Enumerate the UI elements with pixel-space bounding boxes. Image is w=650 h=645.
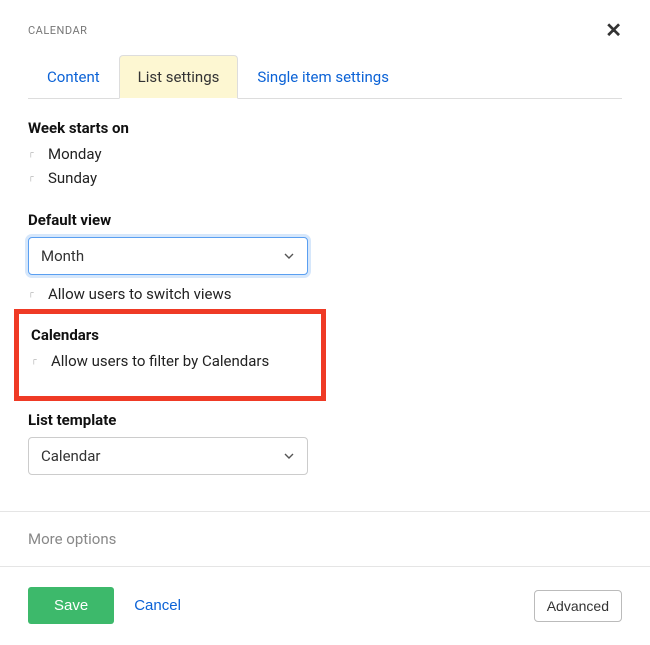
checkbox-icon: ┌ [28,289,38,299]
chevron-down-icon [283,250,295,262]
checkbox-label: Allow users to filter by Calendars [51,352,269,370]
radio-icon: ┌ [28,149,38,159]
chevron-down-icon [283,450,295,462]
default-view-label: Default view [28,211,622,229]
close-icon[interactable]: ✕ [605,20,622,40]
radio-sunday[interactable]: ┌ Sunday [28,169,622,187]
calendars-highlight: Calendars ┌ Allow users to filter by Cal… [14,309,326,401]
checkbox-allow-switch-views[interactable]: ┌ Allow users to switch views [28,285,622,303]
calendars-label: Calendars [31,326,311,344]
more-options-row[interactable]: More options [0,512,650,567]
list-template-select[interactable]: Calendar [28,437,308,475]
radio-icon: ┌ [28,173,38,183]
week-starts-label: Week starts on [28,119,622,137]
tab-content[interactable]: Content [28,55,119,99]
select-value: Month [41,247,84,265]
advanced-button[interactable]: Advanced [534,590,622,622]
list-template-label: List template [28,411,622,429]
tab-list-settings[interactable]: List settings [119,55,239,99]
tab-single-item-settings[interactable]: Single item settings [238,55,408,99]
radio-option-label: Sunday [48,169,97,187]
select-value: Calendar [41,447,101,465]
checkbox-label: Allow users to switch views [48,285,231,303]
radio-option-label: Monday [48,145,102,163]
checkbox-icon: ┌ [31,356,41,366]
save-button[interactable]: Save [28,587,114,624]
cancel-button[interactable]: Cancel [134,597,181,614]
tabs-bar: Content List settings Single item settin… [28,54,622,99]
radio-monday[interactable]: ┌ Monday [28,145,622,163]
default-view-select[interactable]: Month [28,237,308,275]
checkbox-allow-filter-calendars[interactable]: ┌ Allow users to filter by Calendars [31,352,311,370]
panel-title: CALENDAR [28,24,87,37]
